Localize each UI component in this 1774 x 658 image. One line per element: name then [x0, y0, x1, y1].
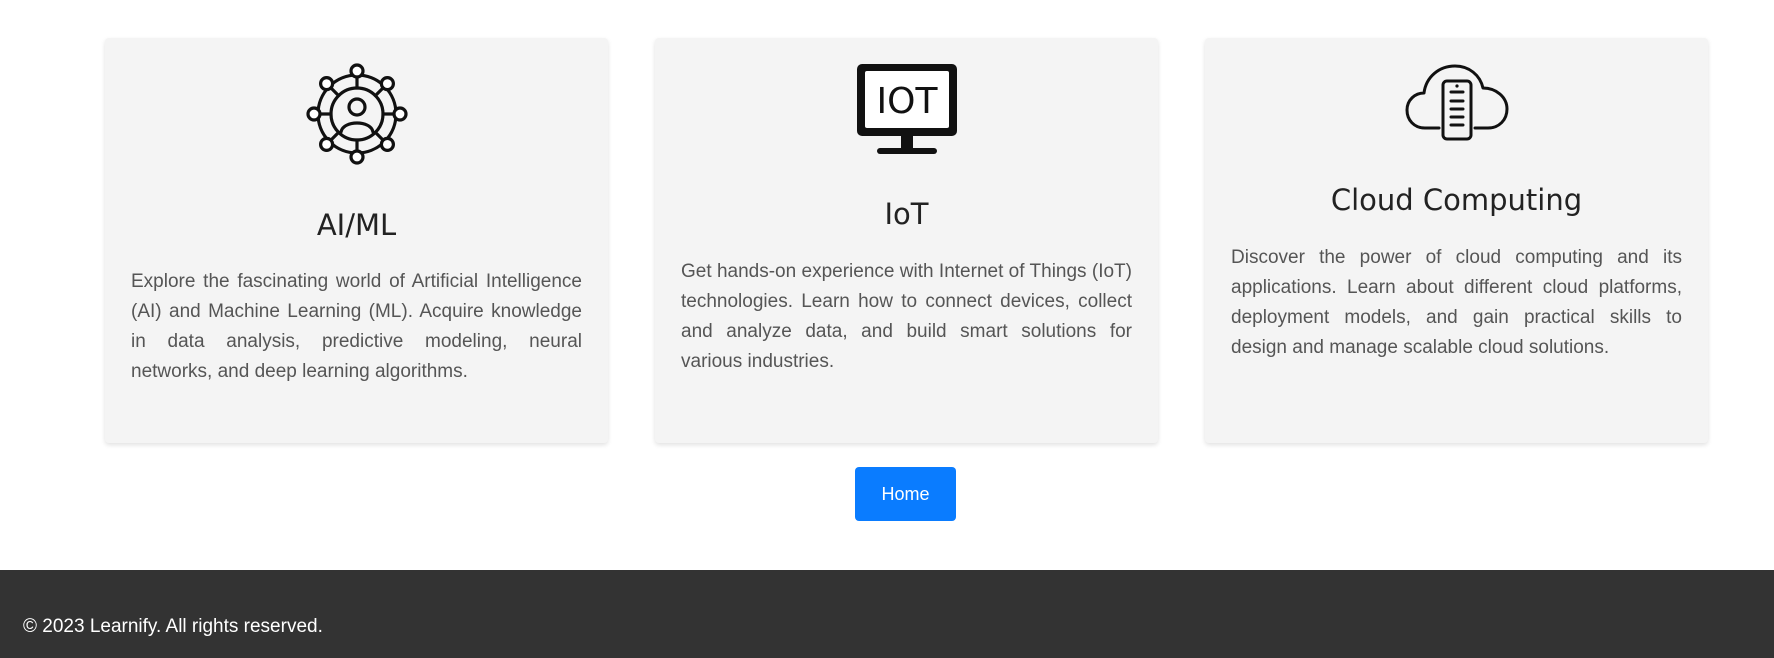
course-cards: AI/ML Explore the fascinating world of A… [105, 38, 1708, 443]
card-title: IoT [884, 197, 929, 231]
cloud-server-icon [1405, 64, 1508, 141]
home-button[interactable]: Home [855, 467, 956, 521]
card-description: Get hands-on experience with Internet of… [681, 261, 1132, 372]
card-title: AI/ML [316, 208, 397, 242]
neural-network-person-icon [305, 63, 408, 165]
course-card-iot: IOT IoT Get hands-on experience with Int… [655, 38, 1158, 443]
iot-icon-text: IOT [876, 81, 938, 122]
footer-copyright: © 2023 Learnify. All rights reserved. [23, 616, 323, 637]
card-description: Explore the fascinating world of Artific… [131, 271, 582, 382]
course-card-ai-ml: AI/ML Explore the fascinating world of A… [105, 38, 608, 443]
iot-monitor-icon: IOT [856, 64, 957, 154]
footer: © 2023 Learnify. All rights reserved. [0, 570, 1774, 658]
card-title: Cloud Computing [1330, 183, 1583, 217]
course-card-cloud-computing: Cloud Computing Discover the power of cl… [1205, 38, 1708, 443]
card-description: Discover the power of cloud computing an… [1231, 247, 1682, 358]
